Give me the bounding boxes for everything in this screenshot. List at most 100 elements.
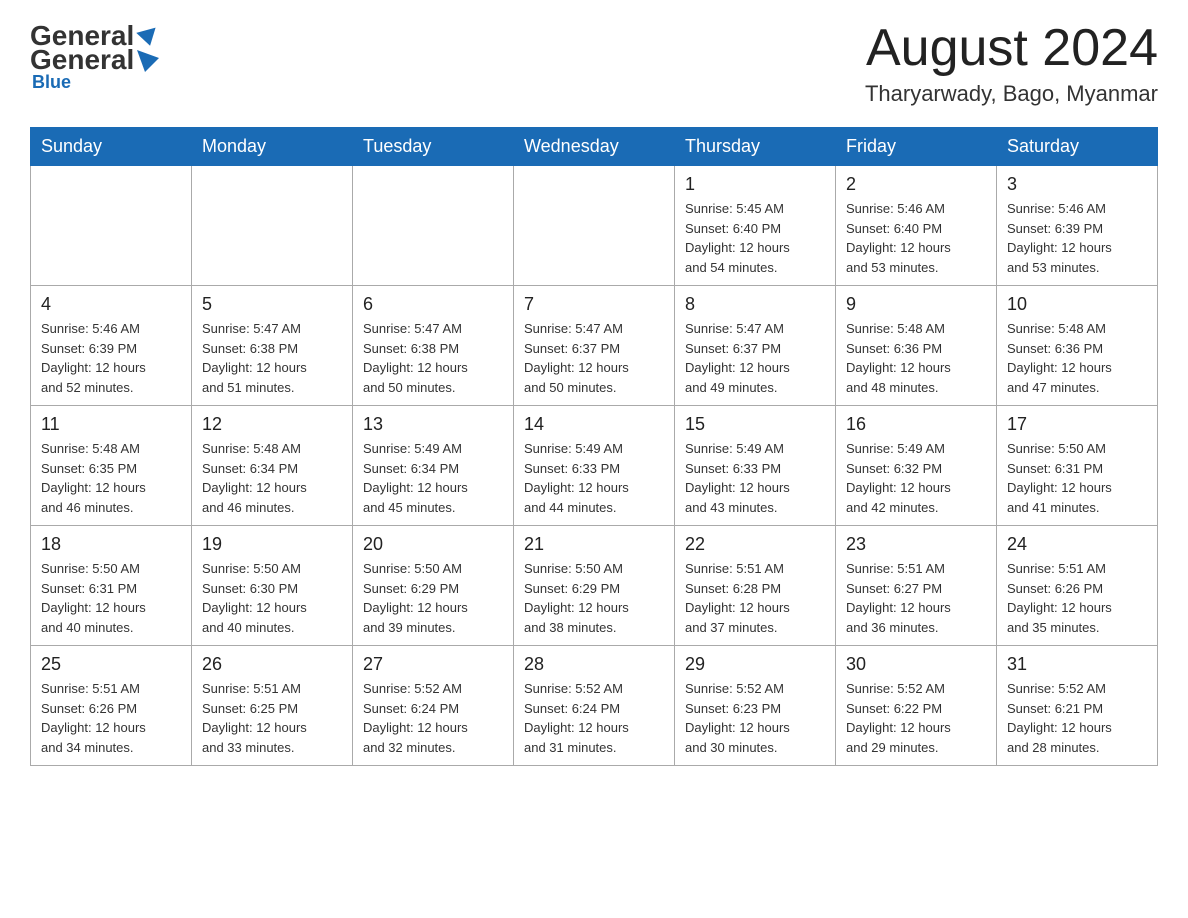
- day-number: 21: [524, 534, 664, 555]
- day-number: 4: [41, 294, 181, 315]
- day-info: Sunrise: 5:52 AM Sunset: 6:24 PM Dayligh…: [524, 679, 664, 757]
- calendar-cell: 3 Sunrise: 5:46 AM Sunset: 6:39 PM Daylig…: [997, 166, 1158, 286]
- day-number: 27: [363, 654, 503, 675]
- calendar-cell: 16 Sunrise: 5:49 AM Sunset: 6:32 PM Dayli…: [836, 406, 997, 526]
- day-info: Sunrise: 5:50 AM Sunset: 6:31 PM Dayligh…: [41, 559, 181, 637]
- day-info: Sunrise: 5:48 AM Sunset: 6:35 PM Dayligh…: [41, 439, 181, 517]
- header-sunday: Sunday: [31, 128, 192, 166]
- calendar-cell: 29Sunrise: 5:52 AM Sunset: 6:23 PM Dayli…: [675, 646, 836, 766]
- calendar-cell: 27 Sunrise: 5:52 AM Sunset: 6:24 PM Dayli…: [353, 646, 514, 766]
- calendar: SundayMondayTuesdayWednesdayThursdayFrid…: [30, 127, 1158, 766]
- calendar-cell: 25 Sunrise: 5:51 AM Sunset: 6:26 PM Dayli…: [31, 646, 192, 766]
- calendar-cell: 10 Sunrise: 5:48 AM Sunset: 6:36 PM Dayli…: [997, 286, 1158, 406]
- day-info: Sunrise: 5:47 AM Sunset: 6:38 PM Dayligh…: [202, 319, 342, 397]
- day-number: 12: [202, 414, 342, 435]
- calendar-cell: 14 Sunrise: 5:49 AM Sunset: 6:33 PM Dayli…: [514, 406, 675, 526]
- day-info: Sunrise: 5:48 AM Sunset: 6:36 PM Dayligh…: [1007, 319, 1147, 397]
- day-info: Sunrise: 5:49 AM Sunset: 6:32 PM Dayligh…: [846, 439, 986, 517]
- week-row-4: 18 Sunrise: 5:50 AM Sunset: 6:31 PM Dayli…: [31, 526, 1158, 646]
- day-number: 16: [846, 414, 986, 435]
- day-info: Sunrise: 5:47 AM Sunset: 6:38 PM Dayligh…: [363, 319, 503, 397]
- day-info: Sunrise: 5:52 AM Sunset: 6:24 PM Dayligh…: [363, 679, 503, 757]
- logo: General General Blue: [30, 20, 160, 93]
- header-monday: Monday: [192, 128, 353, 166]
- title-section: August 2024 Tharyarwady, Bago, Myanmar: [865, 20, 1158, 107]
- day-number: 15: [685, 414, 825, 435]
- day-number: 20: [363, 534, 503, 555]
- calendar-cell: 6 Sunrise: 5:47 AM Sunset: 6:38 PM Daylig…: [353, 286, 514, 406]
- day-number: 13: [363, 414, 503, 435]
- day-info: Sunrise: 5:50 AM Sunset: 6:30 PM Dayligh…: [202, 559, 342, 637]
- calendar-cell: 24 Sunrise: 5:51 AM Sunset: 6:26 PM Dayli…: [997, 526, 1158, 646]
- week-row-5: 25 Sunrise: 5:51 AM Sunset: 6:26 PM Dayli…: [31, 646, 1158, 766]
- calendar-cell: 21 Sunrise: 5:50 AM Sunset: 6:29 PM Dayli…: [514, 526, 675, 646]
- calendar-header-row: SundayMondayTuesdayWednesdayThursdayFrid…: [31, 128, 1158, 166]
- location-title: Tharyarwady, Bago, Myanmar: [865, 81, 1158, 107]
- day-number: 3: [1007, 174, 1147, 195]
- header: General General Blue August 2024 Tharyar…: [30, 20, 1158, 107]
- day-info: Sunrise: 5:48 AM Sunset: 6:36 PM Dayligh…: [846, 319, 986, 397]
- day-number: 25: [41, 654, 181, 675]
- calendar-cell: 2Sunrise: 5:46 AM Sunset: 6:40 PM Daylig…: [836, 166, 997, 286]
- day-number: 6: [363, 294, 503, 315]
- day-info: Sunrise: 5:45 AM Sunset: 6:40 PM Dayligh…: [685, 199, 825, 277]
- header-saturday: Saturday: [997, 128, 1158, 166]
- calendar-cell: 18 Sunrise: 5:50 AM Sunset: 6:31 PM Dayli…: [31, 526, 192, 646]
- calendar-cell: 17Sunrise: 5:50 AM Sunset: 6:31 PM Dayli…: [997, 406, 1158, 526]
- day-number: 26: [202, 654, 342, 675]
- day-number: 14: [524, 414, 664, 435]
- day-number: 31: [1007, 654, 1147, 675]
- day-info: Sunrise: 5:49 AM Sunset: 6:33 PM Dayligh…: [524, 439, 664, 517]
- day-info: Sunrise: 5:51 AM Sunset: 6:28 PM Dayligh…: [685, 559, 825, 637]
- day-number: 19: [202, 534, 342, 555]
- week-row-3: 11Sunrise: 5:48 AM Sunset: 6:35 PM Dayli…: [31, 406, 1158, 526]
- day-info: Sunrise: 5:52 AM Sunset: 6:21 PM Dayligh…: [1007, 679, 1147, 757]
- day-info: Sunrise: 5:51 AM Sunset: 6:27 PM Dayligh…: [846, 559, 986, 637]
- day-info: Sunrise: 5:46 AM Sunset: 6:39 PM Dayligh…: [1007, 199, 1147, 277]
- week-row-1: 1Sunrise: 5:45 AM Sunset: 6:40 PM Daylig…: [31, 166, 1158, 286]
- header-tuesday: Tuesday: [353, 128, 514, 166]
- day-number: 10: [1007, 294, 1147, 315]
- day-info: Sunrise: 5:51 AM Sunset: 6:26 PM Dayligh…: [41, 679, 181, 757]
- calendar-cell: [514, 166, 675, 286]
- calendar-cell: 7 Sunrise: 5:47 AM Sunset: 6:37 PM Daylig…: [514, 286, 675, 406]
- calendar-cell: [353, 166, 514, 286]
- day-number: 7: [524, 294, 664, 315]
- day-info: Sunrise: 5:47 AM Sunset: 6:37 PM Dayligh…: [685, 319, 825, 397]
- calendar-cell: 12 Sunrise: 5:48 AM Sunset: 6:34 PM Dayli…: [192, 406, 353, 526]
- calendar-cell: 28Sunrise: 5:52 AM Sunset: 6:24 PM Dayli…: [514, 646, 675, 766]
- calendar-cell: 22 Sunrise: 5:51 AM Sunset: 6:28 PM Dayli…: [675, 526, 836, 646]
- day-number: 29: [685, 654, 825, 675]
- day-info: Sunrise: 5:51 AM Sunset: 6:25 PM Dayligh…: [202, 679, 342, 757]
- week-row-2: 4Sunrise: 5:46 AM Sunset: 6:39 PM Daylig…: [31, 286, 1158, 406]
- day-info: Sunrise: 5:47 AM Sunset: 6:37 PM Dayligh…: [524, 319, 664, 397]
- day-number: 22: [685, 534, 825, 555]
- header-wednesday: Wednesday: [514, 128, 675, 166]
- calendar-cell: [192, 166, 353, 286]
- day-number: 18: [41, 534, 181, 555]
- day-number: 24: [1007, 534, 1147, 555]
- calendar-cell: [31, 166, 192, 286]
- calendar-cell: 4Sunrise: 5:46 AM Sunset: 6:39 PM Daylig…: [31, 286, 192, 406]
- calendar-cell: 1Sunrise: 5:45 AM Sunset: 6:40 PM Daylig…: [675, 166, 836, 286]
- day-info: Sunrise: 5:51 AM Sunset: 6:26 PM Dayligh…: [1007, 559, 1147, 637]
- day-info: Sunrise: 5:49 AM Sunset: 6:33 PM Dayligh…: [685, 439, 825, 517]
- calendar-cell: 31 Sunrise: 5:52 AM Sunset: 6:21 PM Dayli…: [997, 646, 1158, 766]
- day-info: Sunrise: 5:50 AM Sunset: 6:31 PM Dayligh…: [1007, 439, 1147, 517]
- month-title: August 2024: [865, 20, 1158, 77]
- header-thursday: Thursday: [675, 128, 836, 166]
- day-number: 23: [846, 534, 986, 555]
- day-info: Sunrise: 5:46 AM Sunset: 6:40 PM Dayligh…: [846, 199, 986, 277]
- day-info: Sunrise: 5:50 AM Sunset: 6:29 PM Dayligh…: [524, 559, 664, 637]
- header-friday: Friday: [836, 128, 997, 166]
- day-info: Sunrise: 5:50 AM Sunset: 6:29 PM Dayligh…: [363, 559, 503, 637]
- calendar-cell: 13 Sunrise: 5:49 AM Sunset: 6:34 PM Dayli…: [353, 406, 514, 526]
- logo-subtitle: Blue: [32, 72, 71, 93]
- day-number: 8: [685, 294, 825, 315]
- calendar-cell: 9 Sunrise: 5:48 AM Sunset: 6:36 PM Daylig…: [836, 286, 997, 406]
- day-info: Sunrise: 5:48 AM Sunset: 6:34 PM Dayligh…: [202, 439, 342, 517]
- day-info: Sunrise: 5:49 AM Sunset: 6:34 PM Dayligh…: [363, 439, 503, 517]
- calendar-cell: 5Sunrise: 5:47 AM Sunset: 6:38 PM Daylig…: [192, 286, 353, 406]
- calendar-cell: 8 Sunrise: 5:47 AM Sunset: 6:37 PM Daylig…: [675, 286, 836, 406]
- day-number: 9: [846, 294, 986, 315]
